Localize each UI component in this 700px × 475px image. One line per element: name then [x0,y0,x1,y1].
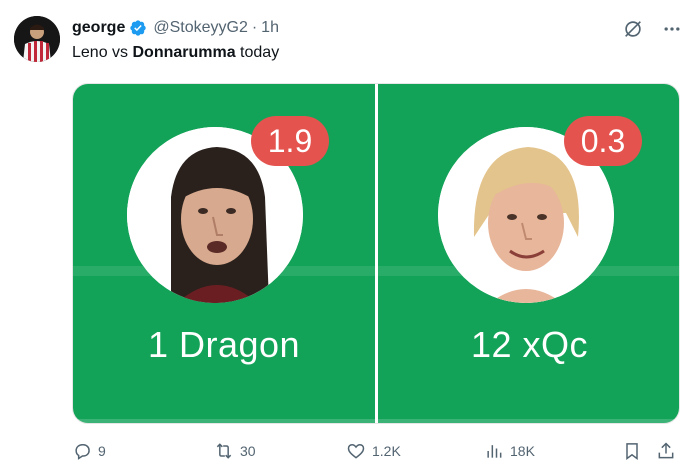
author-avatar[interactable] [14,16,60,62]
author-handle[interactable]: @StokeyyG2 [153,19,248,37]
bookmark-icon [626,443,638,460]
bookmark-button[interactable] [622,441,642,461]
separator-dot: · [251,19,258,36]
repost-icon [216,443,232,459]
share-icon [658,442,674,459]
pitch-line [73,419,375,423]
header-actions [622,18,682,45]
heart-icon [347,443,365,459]
like-button[interactable]: 1.2K [346,441,401,461]
tweet-timestamp[interactable]: 1h [261,19,279,37]
tweet-media[interactable]: 1.9 1 Dragon 0.3 12 xQc [72,83,680,424]
tweet-text: Leno vs Donnarumma today [72,44,279,62]
tweet-text-bold: Donnarumma [132,44,236,61]
verified-badge-icon [129,19,147,37]
tweet-header: george @StokeyyG2 · 1h [72,16,279,40]
reply-count: 9 [98,443,106,459]
grok-icon[interactable] [622,18,644,45]
tweet-text-suffix: today [235,44,280,61]
views-button[interactable]: 18K [484,441,535,461]
author-name[interactable]: george [72,19,125,37]
pitch-line [378,419,679,423]
like-count: 1.2K [372,443,401,459]
reply-icon [75,444,90,460]
views-chart-icon [487,445,502,458]
repost-button[interactable]: 30 [214,441,256,461]
player-card-left: 1.9 1 Dragon [73,84,375,423]
player-label-left: 1 Dragon [147,324,301,365]
reply-button[interactable]: 9 [72,441,106,461]
more-options-icon[interactable] [662,19,682,44]
view-count: 18K [510,443,535,459]
rating-badge-left: 1.9 [251,116,329,166]
tweet-actions-bar: 9 30 1.2K 18K [72,436,682,466]
player-label-right: 12 xQc [470,324,589,365]
repost-count: 30 [240,443,256,459]
tweet-text-prefix: Leno vs [72,44,133,61]
rating-badge-right: 0.3 [564,116,642,166]
share-button[interactable] [656,441,676,461]
player-card-right: 0.3 12 xQc [378,84,679,423]
